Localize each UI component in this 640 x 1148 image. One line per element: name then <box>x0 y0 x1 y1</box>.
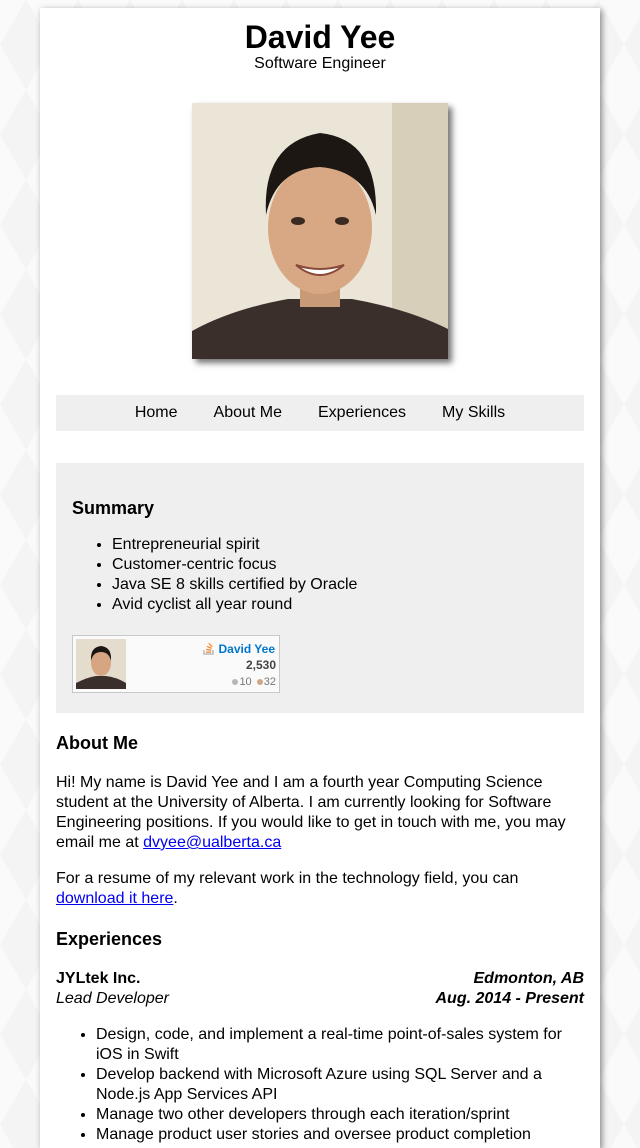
summary-item: Entrepreneurial spirit <box>112 535 357 555</box>
job-role: Lead Developer <box>56 990 169 1007</box>
summary-item: Java SE 8 skills certified by Oracle <box>112 575 357 595</box>
profile-title: Software Engineer <box>254 55 386 72</box>
stackoverflow-icon <box>202 642 214 655</box>
profile-photo <box>192 103 448 359</box>
job-dates: Aug. 2014 - Present <box>435 990 585 1007</box>
resume-text: For a resume of my relevant work in the … <box>56 870 519 887</box>
resume-period: . <box>173 890 178 907</box>
job-bullet: Manage product user stories and oversee … <box>96 1125 584 1145</box>
job-company: JYLtek Inc. <box>56 970 141 987</box>
flair-avatar-illustration <box>76 639 126 689</box>
summary-section: Summary Entrepreneurial spirit Customer-… <box>56 463 584 713</box>
summary-item: Customer-centric focus <box>112 555 357 575</box>
silver-badge-icon <box>232 678 239 685</box>
nav-about-me[interactable]: About Me <box>214 404 282 422</box>
nav-experiences[interactable]: Experiences <box>318 404 406 422</box>
profile-name: David Yee <box>244 19 396 55</box>
main-nav: Home About Me Experiences My Skills <box>56 395 584 431</box>
job-bullet: Manage two other developers through each… <box>96 1105 584 1125</box>
nav-my-skills[interactable]: My Skills <box>442 404 505 422</box>
job-bullets: Design, code, and implement a real-time … <box>56 1025 584 1145</box>
silver-badge-count: 10 <box>239 676 252 688</box>
stackoverflow-flair[interactable]: David Yee 2,530 10 32 <box>72 635 280 693</box>
nav-home[interactable]: Home <box>135 404 178 422</box>
job-bullet: Design, code, and implement a real-time … <box>96 1025 584 1065</box>
job-bullet: Develop backend with Microsoft Azure usi… <box>96 1065 584 1105</box>
bronze-badge-icon <box>256 678 263 685</box>
summary-heading: Summary <box>72 498 155 518</box>
flair-name-text: David Yee <box>218 642 275 656</box>
flair-username: David Yee <box>202 642 275 656</box>
about-heading: About Me <box>56 733 138 753</box>
summary-item: Avid cyclist all year round <box>112 595 357 615</box>
job-location: Edmonton, AB <box>473 970 585 987</box>
resume-paragraph: For a resume of my relevant work in the … <box>56 869 584 909</box>
flair-avatar <box>76 639 126 689</box>
flair-reputation: 2,530 <box>245 658 276 672</box>
profile-photo-illustration <box>192 103 448 359</box>
experiences-heading: Experiences <box>56 929 163 949</box>
about-text: Hi! My name is David Yee and I am a four… <box>56 774 566 851</box>
download-resume-link[interactable]: download it here <box>56 890 173 907</box>
flair-badges: 10 32 <box>232 676 276 688</box>
email-link[interactable]: dvyee@ualberta.ca <box>143 834 281 851</box>
bronze-badge-count: 32 <box>263 676 276 688</box>
about-paragraph: Hi! My name is David Yee and I am a four… <box>56 773 584 853</box>
resume-page: David Yee Software Engineer Home About M… <box>40 8 600 1148</box>
summary-list: Entrepreneurial spirit Customer-centric … <box>72 535 357 615</box>
